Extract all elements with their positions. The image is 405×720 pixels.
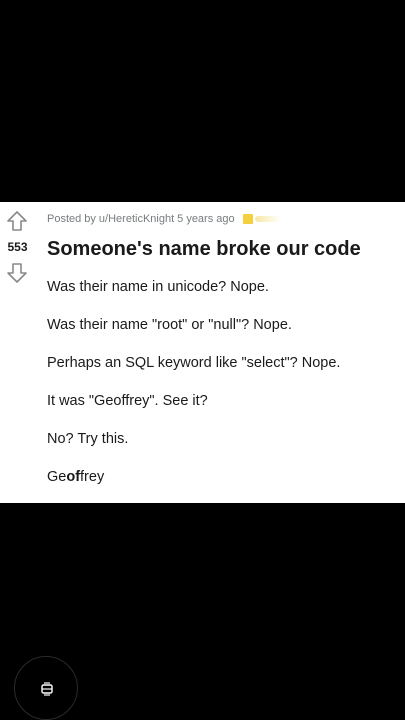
post-card[interactable]: 553 Posted by u/HereticKnight 5 years ag…	[0, 202, 405, 503]
post-body: Was their name in unicode? Nope. Was the…	[47, 268, 397, 496]
award-icon[interactable]	[242, 214, 253, 224]
body-line: Was their name "root" or "null"? Nope.	[47, 317, 292, 333]
name-bold: of	[66, 469, 81, 485]
highlighted-name: Geoffrey	[47, 458, 397, 496]
downvote-icon[interactable]	[6, 262, 28, 284]
body-line: Perhaps an SQL keyword like "select"? No…	[47, 355, 341, 371]
vote-column: 553	[0, 202, 40, 503]
body-line: It was "Geoffrey". See it?	[47, 393, 208, 409]
rotate-screen-button[interactable]	[14, 656, 78, 720]
author-link[interactable]: u/HereticKnight	[99, 213, 174, 225]
upvote-icon[interactable]	[6, 210, 28, 232]
body-line: Was their name in unicode? Nope.	[47, 279, 269, 295]
meta-prefix: Posted by	[47, 213, 96, 225]
post-title[interactable]: Someone's name broke our code	[47, 236, 397, 262]
post-meta: Posted by u/HereticKnight 5 years ago	[47, 211, 397, 227]
award-glow	[254, 216, 281, 222]
name-start: Ge	[47, 469, 67, 485]
body-line: No? Try this.	[47, 431, 129, 447]
screen: 553 Posted by u/HereticKnight 5 years ag…	[0, 0, 405, 720]
post-content: Posted by u/HereticKnight 5 years ago So…	[47, 202, 397, 496]
vote-score: 553	[7, 240, 28, 254]
post-age: 5 years ago	[177, 213, 235, 225]
name-end: frey	[80, 469, 105, 485]
